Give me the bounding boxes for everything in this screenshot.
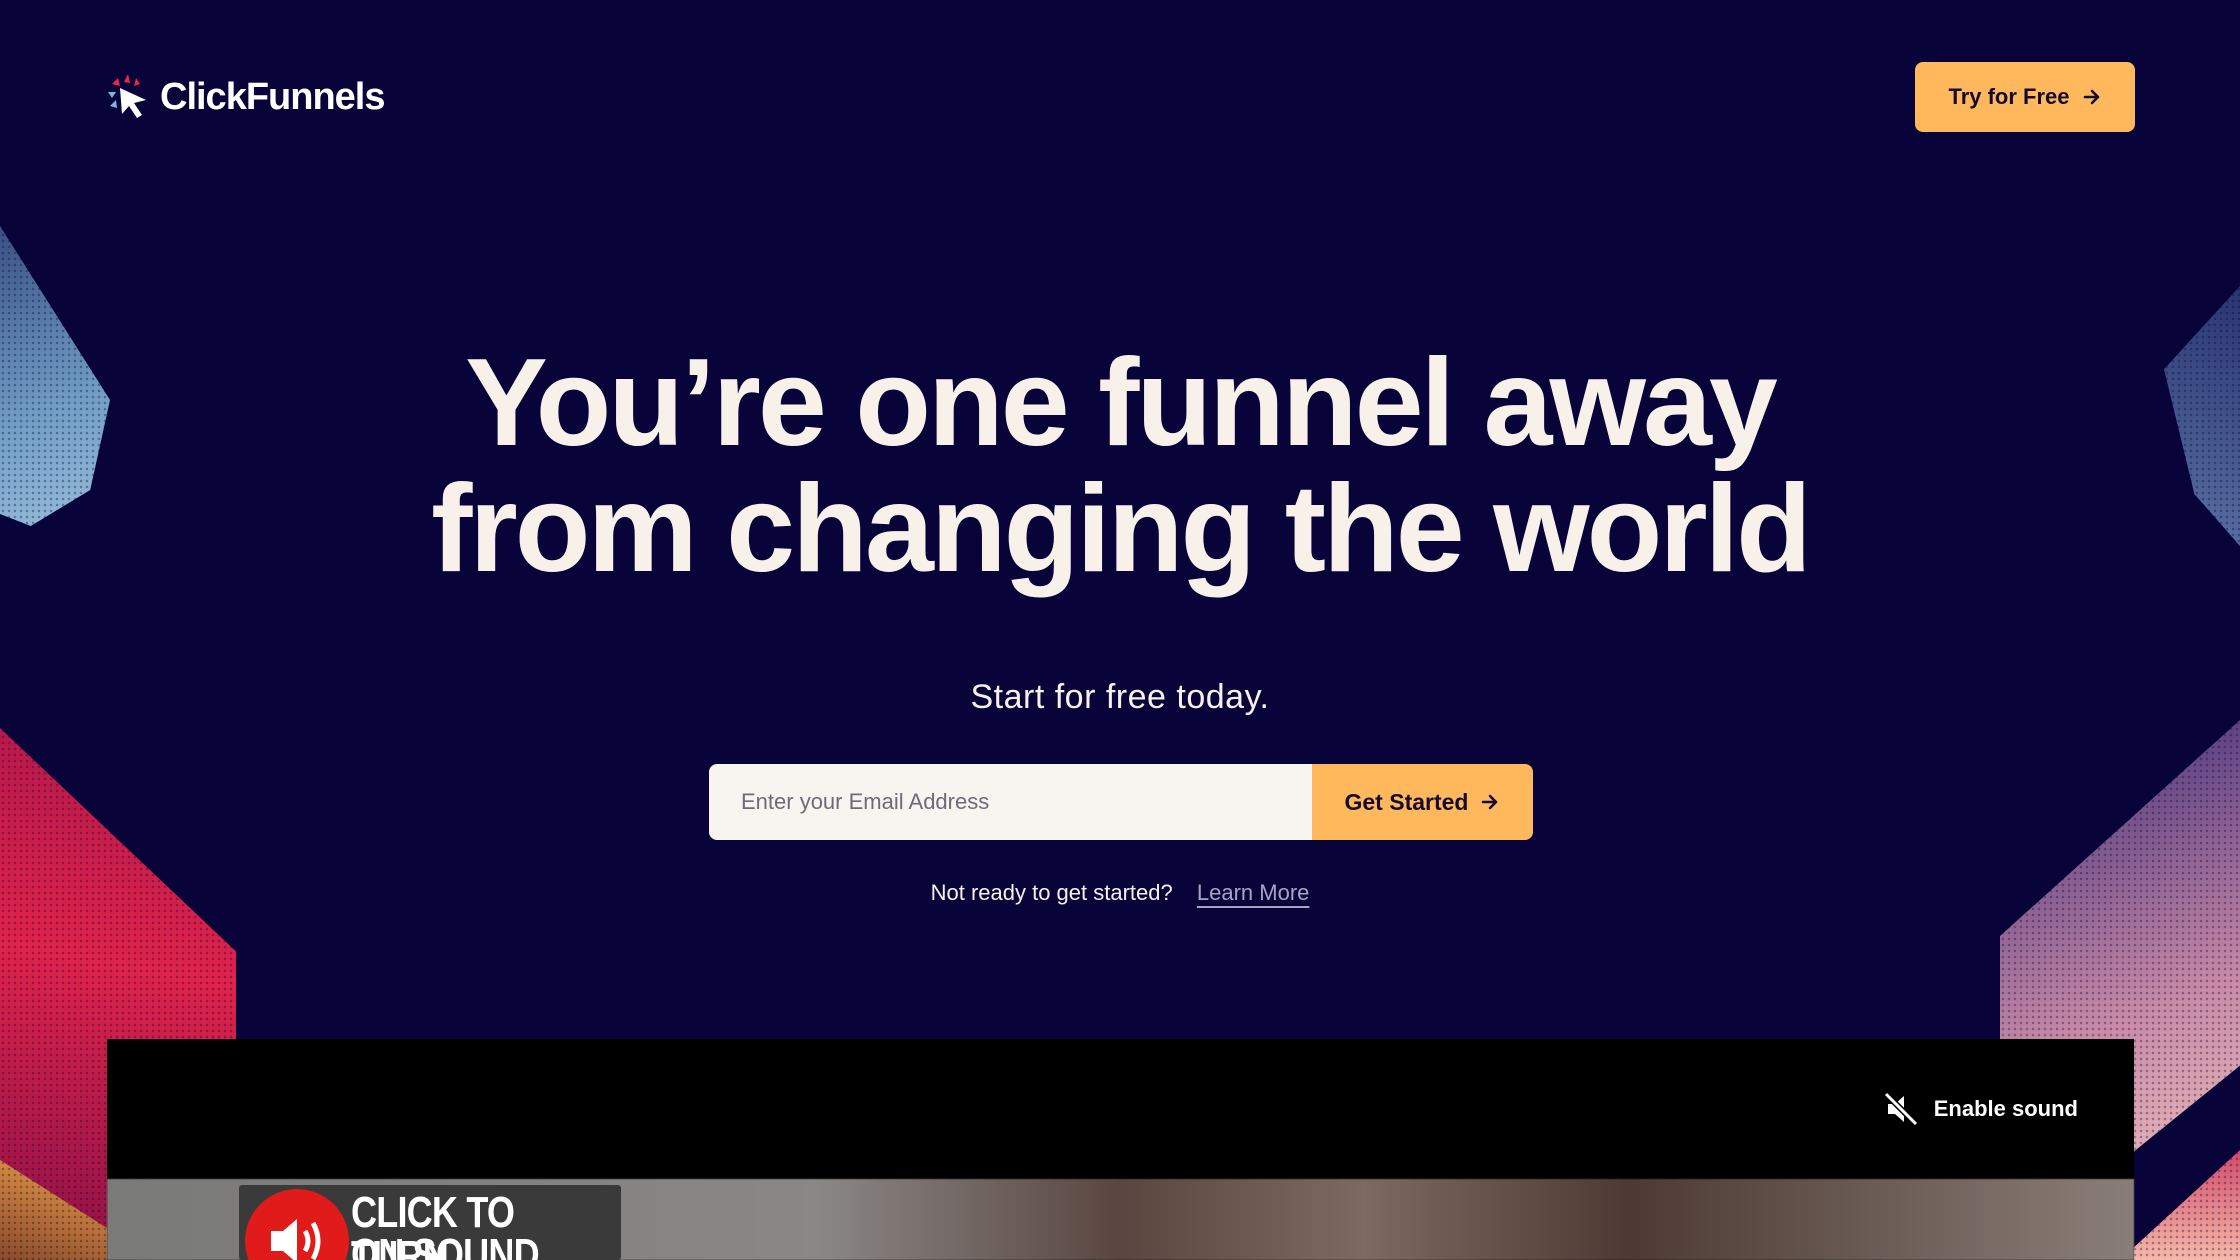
learn-more-link[interactable]: Learn More	[1197, 880, 1310, 905]
learn-more-prompt: Not ready to get started?	[930, 880, 1173, 905]
try-for-free-button[interactable]: Try for Free	[1915, 62, 2135, 132]
learn-more-row: Not ready to get started? Learn More	[0, 880, 2240, 906]
hero-headline: You’re one funnel away from changing the…	[0, 340, 2240, 592]
muted-speaker-icon	[1883, 1091, 1918, 1127]
hero-headline-line2: from changing the world	[431, 460, 1812, 598]
logo-text: ClickFunnels	[160, 75, 385, 118]
email-input[interactable]	[709, 764, 1312, 840]
get-started-label: Get Started	[1344, 788, 1469, 815]
decorative-shape-right-corner	[2120, 1150, 2240, 1260]
video-player[interactable]: Enable sound CLICK TO TURN ON SOUND	[107, 1039, 2134, 1260]
try-for-free-label: Try for Free	[1948, 84, 2070, 109]
site-header: ClickFunnels Try for Free	[0, 0, 2240, 194]
logo-link[interactable]: ClickFunnels	[106, 74, 385, 120]
turn-on-sound-banner[interactable]: CLICK TO TURN ON SOUND	[239, 1185, 621, 1260]
arrow-right-icon	[1482, 794, 1498, 810]
arrow-right-icon	[2083, 89, 2099, 105]
get-started-button[interactable]: Get Started	[1312, 764, 1533, 840]
enable-sound-button[interactable]: Enable sound	[1882, 1089, 2078, 1129]
hero-headline-line1: You’re one funnel away	[465, 334, 1778, 472]
banner-text-line2: ON SOUND	[351, 1230, 540, 1260]
logo-icon	[106, 74, 150, 120]
hero-subtitle: Start for free today.	[970, 678, 1270, 716]
email-signup-form: Get Started	[709, 764, 1533, 840]
enable-sound-label: Enable sound	[1933, 1096, 2078, 1121]
speaker-icon	[245, 1189, 349, 1260]
